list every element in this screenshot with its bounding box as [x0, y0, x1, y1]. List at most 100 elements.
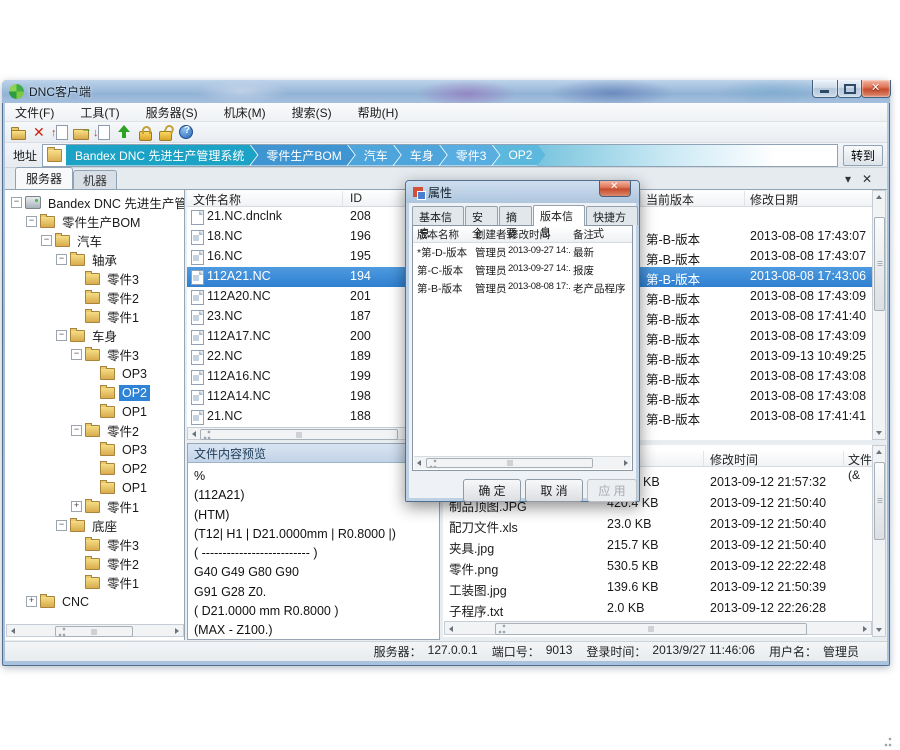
- expand-toggle[interactable]: −: [11, 197, 22, 208]
- tree-item-label[interactable]: 零件3: [104, 268, 142, 289]
- breadcrumb-segment[interactable]: 车身: [394, 145, 447, 166]
- minimize-button[interactable]: [812, 80, 838, 98]
- version-row[interactable]: *第-D-版本管理员2013-09-27 14:...最新: [413, 243, 632, 261]
- tree-item-label[interactable]: OP1: [119, 480, 150, 496]
- tree-item[interactable]: −轴承: [5, 250, 184, 269]
- tree-item[interactable]: OP3: [5, 364, 184, 383]
- scroll-right-icon[interactable]: [624, 460, 628, 466]
- tree-item-label[interactable]: 零件2: [104, 287, 142, 308]
- tab-machine[interactable]: 机器: [73, 170, 117, 189]
- tree-item[interactable]: −汽车: [5, 231, 184, 250]
- column-id[interactable]: ID: [350, 191, 362, 205]
- table-row[interactable]: 子程序.txt2.0 KB2013-09-12 22:26:28: [443, 598, 872, 618]
- dialog-tab[interactable]: 安全: [465, 206, 498, 225]
- tab-server[interactable]: 服务器: [15, 167, 73, 189]
- tree-item-label[interactable]: 零件生产BOM: [59, 211, 143, 232]
- upload-icon[interactable]: [114, 123, 133, 142]
- table-row[interactable]: 夹具.jpg215.7 KB2013-09-12 21:50:40: [443, 535, 872, 555]
- version-row[interactable]: 第-B-版本管理员2013-08-08 17:...老产品程序: [413, 279, 632, 297]
- table-row[interactable]: 工装图.jpg139.6 KB2013-09-12 21:50:39: [443, 577, 872, 597]
- tree-item[interactable]: OP2: [5, 383, 184, 402]
- check-out-icon[interactable]: [93, 123, 112, 142]
- breadcrumb-segment[interactable]: 零件生产BOM: [250, 145, 354, 166]
- tree-item-label[interactable]: OP2: [119, 385, 150, 401]
- tree-item[interactable]: OP1: [5, 478, 184, 497]
- tree-item[interactable]: 零件3: [5, 535, 184, 554]
- tree-item[interactable]: 零件1: [5, 573, 184, 592]
- dialog-tab[interactable]: 版本信息: [533, 205, 585, 226]
- tree-item[interactable]: + 零件1: [5, 497, 184, 516]
- expand-toggle[interactable]: −: [41, 235, 52, 246]
- menu-item[interactable]: 文件(F): [15, 104, 54, 121]
- close-button[interactable]: [861, 80, 891, 98]
- tree-item[interactable]: −零件3: [5, 345, 184, 364]
- dialog-tab[interactable]: 基本信息: [412, 206, 464, 225]
- tree-hscrollbar[interactable]: [6, 624, 184, 637]
- breadcrumb-segment[interactable]: Bandex DNC 先进生产管理系统: [66, 145, 257, 166]
- file-list-hscrollbar[interactable]: [187, 427, 407, 440]
- scroll-left-icon[interactable]: [11, 628, 15, 634]
- menu-item[interactable]: 工具(T): [80, 104, 119, 121]
- tree-item[interactable]: OP2: [5, 459, 184, 478]
- scroll-left-icon[interactable]: [417, 460, 421, 466]
- scroll-up-icon[interactable]: [876, 450, 882, 454]
- scroll-down-icon[interactable]: [876, 628, 882, 632]
- tree-item[interactable]: −车身: [5, 326, 184, 345]
- tree-item-label[interactable]: Bandex DNC 先进生产管理系: [45, 192, 185, 213]
- tree-item-label[interactable]: 零件2: [104, 553, 142, 574]
- column-version[interactable]: 当前版本: [646, 191, 694, 208]
- tree-item-label[interactable]: CNC: [59, 594, 92, 610]
- breadcrumb-segment[interactable]: OP2: [492, 145, 545, 166]
- cancel-button[interactable]: 取 消: [525, 479, 583, 502]
- maximize-button[interactable]: [837, 80, 862, 98]
- unlock-icon[interactable]: [156, 123, 175, 142]
- expand-toggle[interactable]: +: [71, 501, 82, 512]
- table-row[interactable]: 配刀文件.xls23.0 KB2013-09-12 21:50:40: [443, 514, 872, 534]
- attachment-hscrollbar[interactable]: [444, 621, 872, 635]
- go-button[interactable]: 转到: [843, 145, 883, 166]
- tree-item-label[interactable]: 零件1: [104, 496, 142, 517]
- tree-item-label[interactable]: 底座: [89, 515, 120, 536]
- scroll-thumb[interactable]: [426, 458, 593, 468]
- tree-item[interactable]: 零件1: [5, 307, 184, 326]
- dialog-close-button[interactable]: [599, 181, 631, 197]
- scroll-thumb[interactable]: [55, 626, 133, 637]
- table-row[interactable]: 零件.png530.5 KB2013-09-12 22:22:48: [443, 556, 872, 576]
- dialog-tab[interactable]: 摘要: [499, 206, 532, 225]
- open-folder-icon[interactable]: [72, 123, 91, 142]
- tree-item[interactable]: 零件2: [5, 554, 184, 573]
- tree-item[interactable]: 零件2: [5, 288, 184, 307]
- check-in-icon[interactable]: [51, 123, 70, 142]
- scroll-right-icon[interactable]: [175, 628, 179, 634]
- breadcrumb-segment[interactable]: 汽车: [348, 145, 401, 166]
- breadcrumb-segment[interactable]: 零件3: [440, 145, 500, 166]
- scroll-thumb[interactable]: [495, 623, 807, 635]
- tree-item[interactable]: OP3: [5, 440, 184, 459]
- menu-item[interactable]: 搜索(S): [292, 104, 332, 121]
- tree-item[interactable]: − 零件生产BOM: [5, 212, 184, 231]
- attachment-vscrollbar[interactable]: [872, 445, 886, 637]
- expand-toggle[interactable]: −: [26, 216, 37, 227]
- tree-item[interactable]: + CNC: [5, 592, 184, 611]
- breadcrumb[interactable]: Bandex DNC 先进生产管理系统零件生产BOM汽车车身零件3OP2: [42, 144, 838, 167]
- scroll-left-icon[interactable]: [192, 431, 196, 437]
- column-remark[interactable]: 备注: [573, 227, 594, 242]
- ok-button[interactable]: 确 定: [463, 479, 521, 502]
- new-folder-icon[interactable]: [9, 123, 28, 142]
- tree-item[interactable]: − 零件2: [5, 421, 184, 440]
- lock-icon[interactable]: [135, 123, 154, 142]
- expand-toggle[interactable]: −: [56, 520, 67, 531]
- version-list-hscrollbar[interactable]: [414, 456, 631, 469]
- scroll-down-icon[interactable]: [876, 431, 882, 435]
- expand-toggle[interactable]: −: [56, 254, 67, 265]
- tree-item-label[interactable]: OP1: [119, 404, 150, 420]
- scroll-up-icon[interactable]: [876, 195, 882, 199]
- tree-item-label[interactable]: 零件2: [104, 420, 142, 441]
- file-list-vscrollbar[interactable]: [872, 190, 886, 440]
- tree-item-label[interactable]: 零件1: [104, 572, 142, 593]
- tree-item-label[interactable]: 零件1: [104, 306, 142, 327]
- chevron-down-icon[interactable]: ▾: [845, 172, 851, 186]
- expand-toggle[interactable]: −: [71, 425, 82, 436]
- expand-toggle[interactable]: +: [26, 596, 37, 607]
- scroll-thumb[interactable]: [874, 217, 885, 311]
